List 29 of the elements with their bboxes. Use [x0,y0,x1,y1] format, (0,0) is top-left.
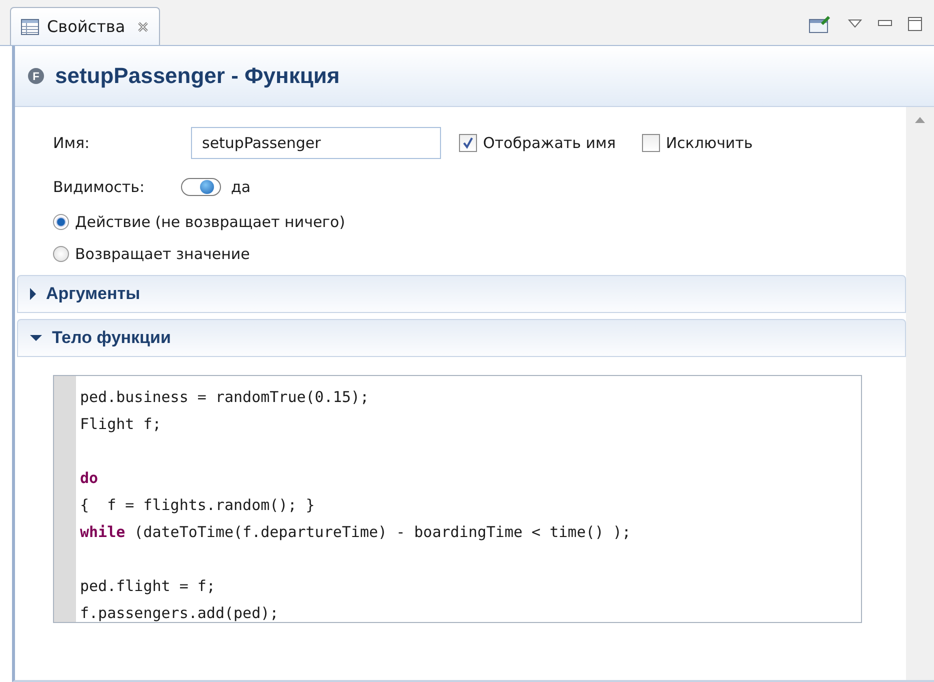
table-icon [21,18,39,34]
checkbox-label[interactable]: Исключить [666,134,753,152]
collapse-arrow-icon[interactable] [30,335,42,341]
visibility-toggle[interactable] [181,178,221,196]
code-editor[interactable]: ped.business = randomTrue(0.15); Flight f; do { f = flights.random(); } while (dateToTime(f.departureTime) - boardingTime < time() ); ped.flight = f; f.passengers.add(ped); [53,375,862,623]
minimize-icon[interactable] [878,20,892,28]
pin-editor-icon[interactable] [808,14,832,34]
field-label: Имя: [53,134,91,152]
function-icon: F [27,67,45,85]
expand-arrow-icon[interactable] [30,288,36,300]
close-icon[interactable] [137,20,150,32]
toggle-value: да [231,178,251,196]
radio-label[interactable]: Действие (не возвращает ничего) [75,213,346,231]
radio-button[interactable] [53,214,69,230]
checkbox[interactable] [642,134,660,152]
properties-tab[interactable]: Свойства [10,7,160,45]
code-text: ped.business = randomTrue(0.15); Flight f; do { f = flights.random(); } while (dateToTime(f.departureTime) - boardingTime < time() ); ped.flight = f; f.passengers.add(ped); [79,387,632,622]
name-field[interactable]: setupPassenger [191,127,441,159]
radio-button[interactable] [53,246,69,262]
checkbox[interactable] [459,134,477,152]
view-menu-icon[interactable] [848,18,862,28]
radio-label[interactable]: Возвращает значение [75,245,250,263]
maximize-icon[interactable] [908,16,922,30]
checkbox-label[interactable]: Отображать имя [483,134,616,152]
panel-title: setupPassenger - Функция [55,63,340,89]
section-header[interactable]: Тело функции [17,319,906,357]
field-label: Видимость: [53,178,146,196]
section-header[interactable]: Аргументы [17,275,906,313]
scrollbar[interactable] [906,107,934,680]
